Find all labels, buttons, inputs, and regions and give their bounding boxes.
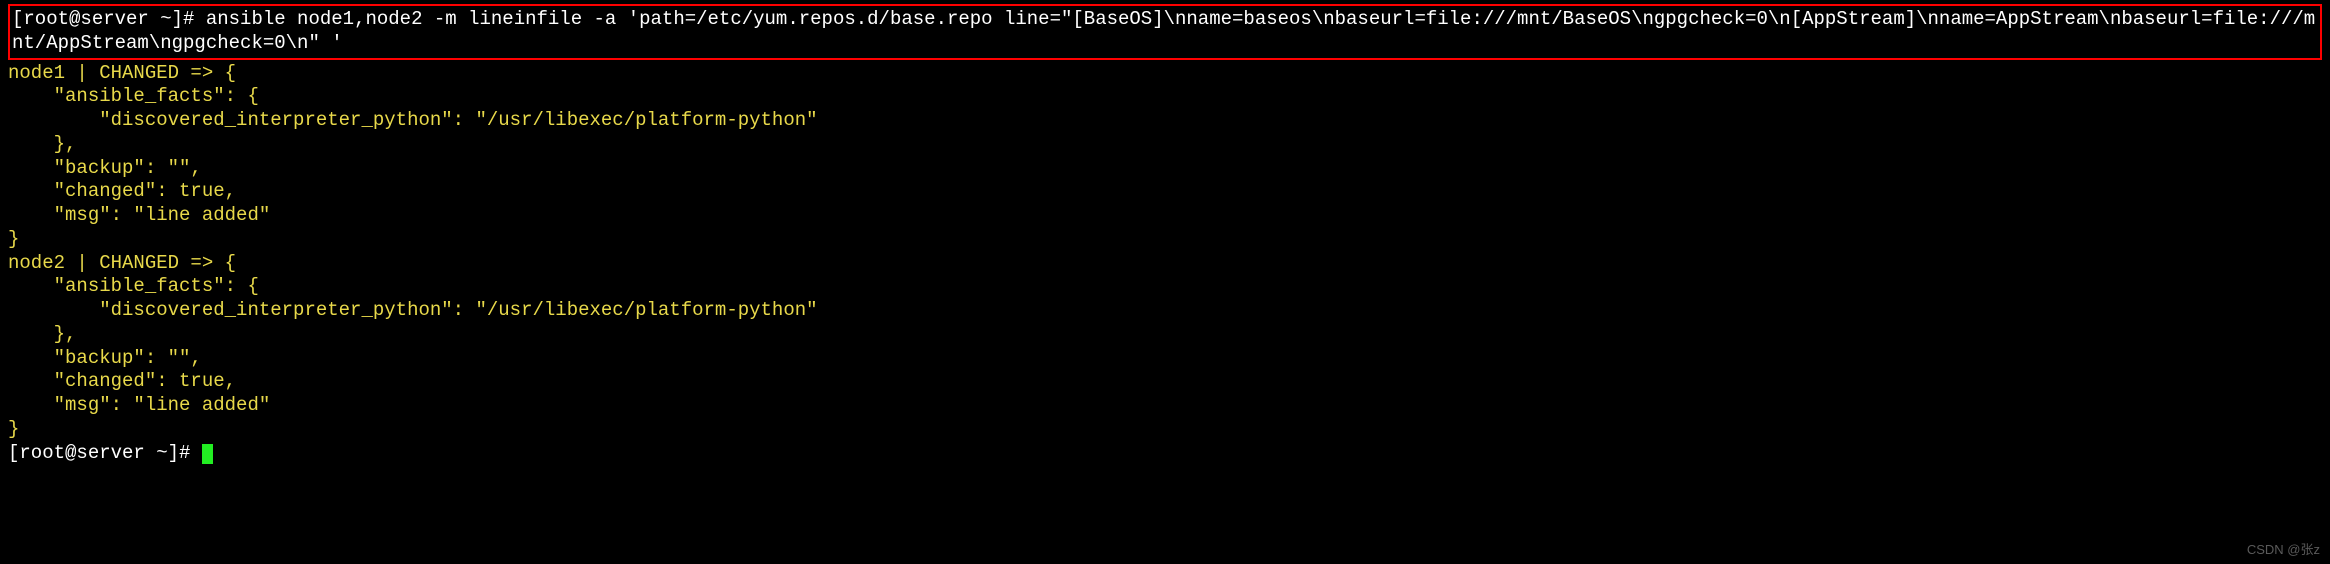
node2-header: node2 | CHANGED => { — [8, 252, 2322, 276]
command-text: ansible node1,node2 -m lineinfile -a 'pa… — [12, 8, 2315, 54]
node2-facts-close: }, — [8, 323, 2322, 347]
node1-interp: "discovered_interpreter_python": "/usr/l… — [8, 109, 2322, 133]
prompt-prefix: [root@server ~]# — [12, 8, 206, 30]
node1-close: } — [8, 228, 2322, 252]
node1-facts-open: "ansible_facts": { — [8, 85, 2322, 109]
node2-msg: "msg": "line added" — [8, 394, 2322, 418]
node1-backup: "backup": "", — [8, 157, 2322, 181]
node1-header: node1 | CHANGED => { — [8, 62, 2322, 86]
node1-msg: "msg": "line added" — [8, 204, 2322, 228]
node2-changed: "changed": true, — [8, 370, 2322, 394]
node1-changed: "changed": true, — [8, 180, 2322, 204]
cursor-icon — [202, 444, 213, 464]
watermark-text: CSDN @张z — [2247, 542, 2320, 558]
node2-close: } — [8, 418, 2322, 442]
final-prompt-line[interactable]: [root@server ~]# — [8, 442, 2322, 466]
node2-interp: "discovered_interpreter_python": "/usr/l… — [8, 299, 2322, 323]
node2-backup: "backup": "", — [8, 347, 2322, 371]
final-prompt-prefix: [root@server ~]# — [8, 442, 202, 464]
command-highlight-box: [root@server ~]# ansible node1,node2 -m … — [8, 4, 2322, 60]
command-line[interactable]: [root@server ~]# ansible node1,node2 -m … — [12, 8, 2318, 56]
node1-facts-close: }, — [8, 133, 2322, 157]
node2-facts-open: "ansible_facts": { — [8, 275, 2322, 299]
terminal-output: [root@server ~]# ansible node1,node2 -m … — [0, 0, 2330, 469]
